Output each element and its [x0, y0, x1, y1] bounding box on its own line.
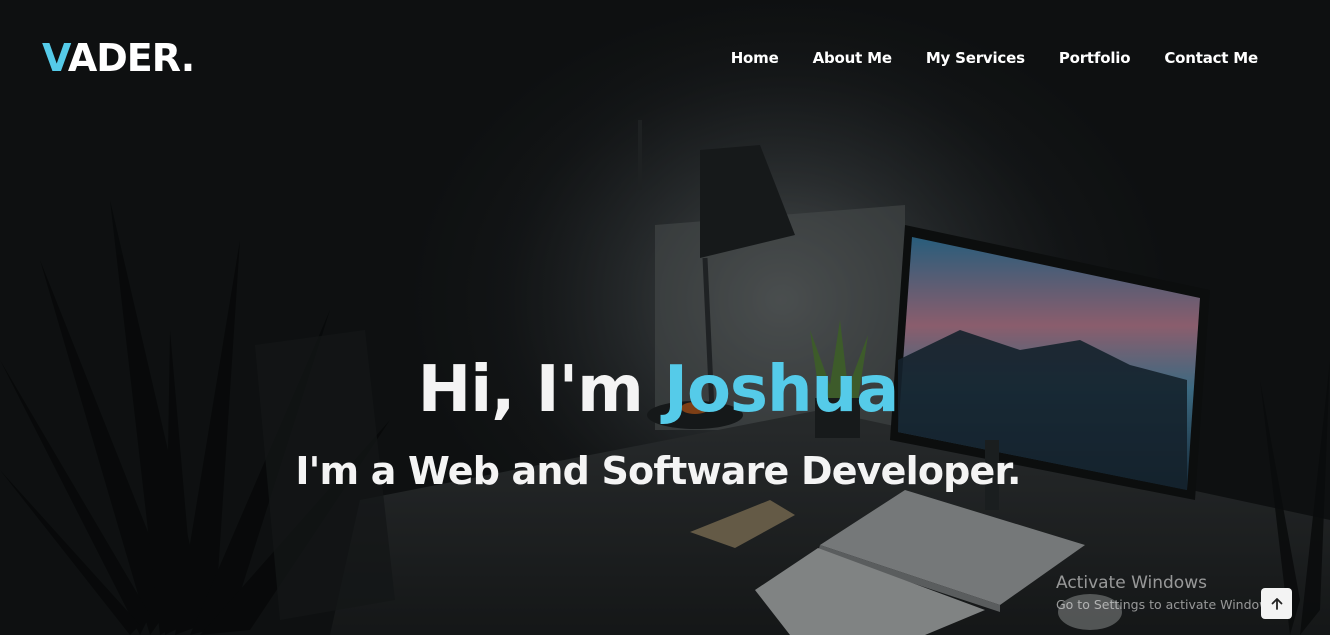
nav-link-contact-me[interactable]: Contact Me — [1164, 48, 1258, 68]
nav-link-my-services[interactable]: My Services — [926, 48, 1025, 68]
logo-text: ADER. — [67, 36, 195, 80]
hero-greeting: Hi, I'm — [417, 353, 665, 427]
main-navigation: Home About Me My Services Portfolio Cont… — [731, 48, 1258, 68]
nav-link-home[interactable]: Home — [731, 48, 779, 68]
hero-headline: Hi, I'm Joshua — [0, 350, 1316, 430]
hero-tagline: I'm a Web and Software Developer. — [295, 449, 1021, 493]
nav-link-about-me[interactable]: About Me — [813, 48, 892, 68]
windows-activation-watermark: Activate Windows Go to Settings to activ… — [1056, 572, 1280, 614]
nav-link-portfolio[interactable]: Portfolio — [1059, 48, 1131, 68]
scroll-to-top-button[interactable] — [1261, 588, 1292, 619]
site-logo[interactable]: VADER. — [42, 36, 195, 80]
hero-name: Joshua — [664, 353, 899, 427]
watermark-subtitle: Go to Settings to activate Windows. — [1056, 597, 1280, 612]
hero-section: VADER. Home About Me My Services Portfol… — [0, 0, 1330, 635]
watermark-title: Activate Windows — [1056, 573, 1207, 593]
arrow-up-icon — [1271, 597, 1282, 610]
hero-dark-overlay — [0, 0, 1330, 635]
logo-initial: V — [42, 36, 69, 80]
